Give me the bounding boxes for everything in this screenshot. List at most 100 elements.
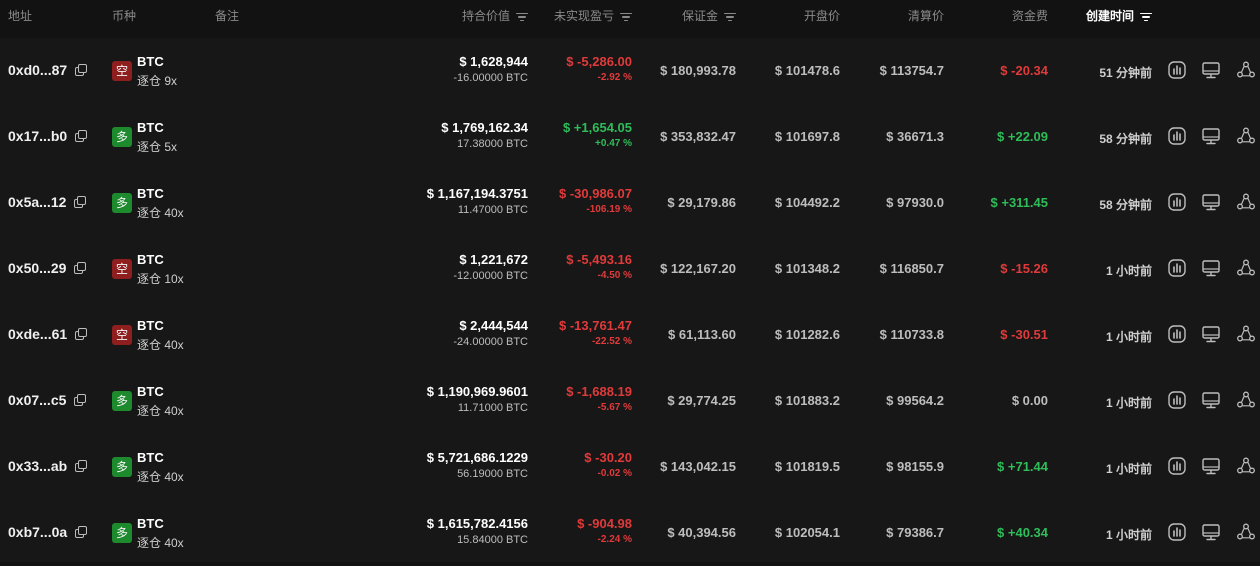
monitor-icon[interactable]	[1201, 390, 1221, 410]
monitor-icon[interactable]	[1201, 60, 1221, 80]
side-badge: 空	[112, 325, 132, 345]
coin: BTC	[137, 450, 164, 465]
table-row[interactable]: 0x07...c5 多 BTC 逐仓 40x $ 1,190,969.9601 …	[0, 368, 1260, 434]
header-unrealized-pnl[interactable]: 未实现盈亏	[554, 0, 632, 33]
header-position-value[interactable]: 持合价值	[462, 0, 528, 33]
filter-icon[interactable]	[516, 12, 528, 22]
position-value: $ 1,190,969.9601	[426, 384, 528, 399]
open-price: $ 101478.6	[774, 63, 840, 78]
header-note: 备注	[215, 9, 240, 23]
table-row[interactable]: 0x33...ab 多 BTC 逐仓 40x $ 5,721,686.1229 …	[0, 434, 1260, 500]
share-icon[interactable]	[1236, 390, 1256, 410]
copy-icon[interactable]	[74, 196, 87, 208]
unrealized-pnl: $ -30,986.07	[558, 186, 632, 201]
copy-icon[interactable]	[75, 460, 88, 472]
copy-icon[interactable]	[74, 262, 87, 274]
address-cell[interactable]: 0x33...ab	[8, 458, 88, 474]
table-row[interactable]: 0xde...61 空 BTC 逐仓 40x $ 2,444,544 -24.0…	[0, 302, 1260, 368]
liq-price: $ 98155.9	[886, 459, 944, 474]
address[interactable]: 0x33...ab	[8, 458, 67, 474]
address[interactable]: 0x50...29	[8, 260, 66, 276]
copy-icon[interactable]	[74, 394, 87, 406]
unrealized-pnl-percent: +0.47 %	[595, 138, 632, 149]
filter-icon[interactable]	[724, 12, 736, 22]
unrealized-pnl: $ -13,761.47	[558, 318, 632, 333]
share-icon[interactable]	[1236, 258, 1256, 278]
monitor-icon[interactable]	[1201, 522, 1221, 542]
share-icon[interactable]	[1236, 192, 1256, 212]
chart-icon[interactable]	[1167, 390, 1187, 410]
table-row[interactable]: 0x17...b0 多 BTC 逐仓 5x $ 1,769,162.34 17.…	[0, 104, 1260, 170]
monitor-icon[interactable]	[1201, 126, 1221, 146]
table-row[interactable]: 0x50...29 空 BTC 逐仓 10x $ 1,221,672 -12.0…	[0, 236, 1260, 302]
share-icon[interactable]	[1236, 522, 1256, 542]
address[interactable]: 0x07...c5	[8, 392, 66, 408]
header-created-time[interactable]: 创建时间	[1086, 0, 1152, 33]
created-time: 1 小时前	[1105, 264, 1152, 278]
margin-mode: 逐仓 40x	[137, 404, 184, 418]
position-size: 11.47000 BTC	[457, 204, 528, 216]
funding-fee: $ +22.09	[997, 129, 1048, 144]
liq-price: $ 79386.7	[886, 525, 944, 540]
header-margin[interactable]: 保证金	[682, 0, 736, 33]
copy-icon[interactable]	[75, 328, 88, 340]
chart-icon[interactable]	[1167, 126, 1187, 146]
share-icon[interactable]	[1236, 456, 1256, 476]
table-row[interactable]: 0x5a...12 多 BTC 逐仓 40x $ 1,167,194.3751 …	[0, 170, 1260, 236]
table-row[interactable]: 0xb7...0a 多 BTC 逐仓 40x $ 1,615,782.4156 …	[0, 500, 1260, 566]
positions-table: 地址 币种 备注 持合价值 未实现盈亏 保证金 开盘价 清算价 资金费 创建时间…	[0, 0, 1260, 562]
chart-icon[interactable]	[1167, 522, 1187, 542]
unrealized-pnl: $ -904.98	[577, 516, 632, 531]
share-icon[interactable]	[1236, 126, 1256, 146]
liq-price: $ 36671.3	[886, 129, 944, 144]
coin: BTC	[137, 384, 164, 399]
address-cell[interactable]: 0xde...61	[8, 326, 88, 342]
unrealized-pnl: $ -30.20	[584, 450, 632, 465]
unrealized-pnl: $ -5,493.16	[566, 252, 632, 267]
address[interactable]: 0xb7...0a	[8, 524, 67, 540]
position-value: $ 1,628,944	[459, 54, 528, 69]
copy-icon[interactable]	[75, 130, 88, 142]
address[interactable]: 0xd0...87	[8, 62, 67, 78]
address-cell[interactable]: 0x07...c5	[8, 392, 87, 408]
unrealized-pnl-percent: -106.19 %	[586, 204, 632, 215]
monitor-icon[interactable]	[1201, 456, 1221, 476]
chart-icon[interactable]	[1167, 456, 1187, 476]
filter-icon[interactable]	[1140, 12, 1152, 22]
chart-icon[interactable]	[1167, 60, 1187, 80]
margin-mode: 逐仓 9x	[137, 74, 178, 88]
unrealized-pnl-percent: -5.67 %	[597, 402, 632, 413]
address[interactable]: 0x17...b0	[8, 128, 67, 144]
chart-icon[interactable]	[1167, 324, 1187, 344]
share-icon[interactable]	[1236, 324, 1256, 344]
header-liq-price: 清算价	[907, 9, 944, 23]
table-row[interactable]: 0xd0...87 空 BTC 逐仓 9x $ 1,628,944 -16.00…	[0, 38, 1260, 104]
coin: BTC	[137, 54, 164, 69]
position-size: 11.71000 BTC	[457, 402, 528, 414]
address-cell[interactable]: 0x50...29	[8, 260, 87, 276]
share-icon[interactable]	[1236, 60, 1256, 80]
side-badge: 多	[112, 193, 132, 213]
header-address: 地址	[8, 9, 33, 23]
unrealized-pnl-percent: -2.92 %	[597, 72, 632, 83]
address-cell[interactable]: 0x5a...12	[8, 194, 87, 210]
copy-icon[interactable]	[75, 526, 88, 538]
chart-icon[interactable]	[1167, 192, 1187, 212]
margin-value: $ 29,774.25	[667, 393, 736, 408]
address-cell[interactable]: 0xb7...0a	[8, 524, 88, 540]
address-cell[interactable]: 0xd0...87	[8, 62, 88, 78]
margin-mode: 逐仓 40x	[137, 206, 184, 220]
open-price: $ 102054.1	[774, 525, 840, 540]
position-value: $ 5,721,686.1229	[426, 450, 528, 465]
address-cell[interactable]: 0x17...b0	[8, 128, 88, 144]
coin: BTC	[137, 318, 164, 333]
monitor-icon[interactable]	[1201, 258, 1221, 278]
monitor-icon[interactable]	[1201, 192, 1221, 212]
chart-icon[interactable]	[1167, 258, 1187, 278]
address[interactable]: 0xde...61	[8, 326, 67, 342]
monitor-icon[interactable]	[1201, 324, 1221, 344]
address[interactable]: 0x5a...12	[8, 194, 66, 210]
copy-icon[interactable]	[75, 64, 88, 76]
filter-icon[interactable]	[620, 12, 632, 22]
margin-value: $ 61,113.60	[668, 327, 736, 342]
